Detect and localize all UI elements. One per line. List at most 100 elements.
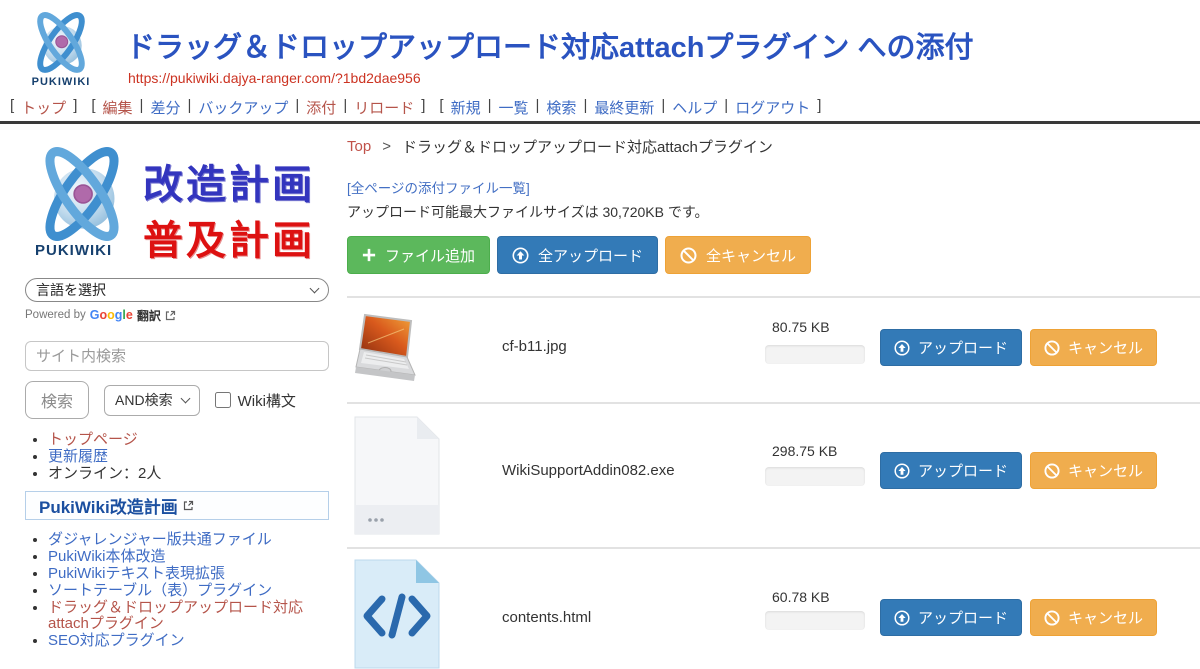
logo-wordmark: PUKIWIKI <box>14 76 108 88</box>
cancel-all-label: 全キャンセル <box>706 245 796 266</box>
circle-arrow-up-icon <box>894 340 910 356</box>
cancel-label: キャンセル <box>1068 607 1143 628</box>
breadcrumb-home[interactable]: Top <box>347 138 371 155</box>
powered-by-google-translate: Powered by Google 翻訳 <box>25 307 329 323</box>
upload-button[interactable]: アップロード <box>880 452 1022 489</box>
sidebar-item-sort-table[interactable]: ソートテーブル（表）プラグイン <box>48 582 272 599</box>
atom-icon <box>18 4 104 78</box>
wiki-syntax-checkbox[interactable] <box>215 392 231 408</box>
google-logo: Google <box>90 308 133 322</box>
google-letter: g <box>115 308 123 322</box>
nav-item-new[interactable]: 新規 <box>451 97 481 118</box>
file-size: 298.75 KB <box>772 443 837 459</box>
nav-item-edit[interactable]: 編集 <box>103 97 133 118</box>
nav-bracket: ] <box>73 97 77 118</box>
list-item: オンライン：2人 <box>48 466 329 482</box>
pending-file-list: cf-b11.jpg 80.75 KB アップロード キャンセル <box>347 296 1200 642</box>
upload-progress-bar <box>765 345 865 364</box>
cancel-label: キャンセル <box>1068 337 1143 358</box>
nav-separator: | <box>343 97 347 118</box>
page-title: ドラッグ＆ドロップアップロード対応attachプラグイン への添付 <box>126 24 973 66</box>
nav-item-attach[interactable]: 添付 <box>306 97 336 118</box>
circle-arrow-up-icon <box>512 247 529 264</box>
nav-bracket: ] <box>421 97 425 118</box>
and-search-value: AND検索 <box>115 390 173 410</box>
file-actions: アップロード キャンセル <box>880 329 1157 366</box>
cancel-button[interactable]: キャンセル <box>1030 329 1157 366</box>
main-content: Top > ドラッグ＆ドロップアップロード対応attachプラグイン [全ページ… <box>347 136 1200 642</box>
breadcrumb-separator: > <box>382 138 391 155</box>
nav-item-recent[interactable]: 最終更新 <box>594 97 654 118</box>
page-url-link[interactable]: https://pukiwiki.dajya-ranger.com/?1bd2d… <box>128 70 421 86</box>
atom-icon <box>21 138 143 250</box>
add-file-button[interactable]: ファイル追加 <box>347 236 490 274</box>
sidebar-item-text-ext[interactable]: PukiWikiテキスト表現拡張 <box>48 565 225 582</box>
nav-group-site: [ 新規 | 一覧 | 検索 | 最終更新 | ヘルプ | ログアウト ] <box>439 97 821 118</box>
circle-arrow-up-icon <box>894 463 910 479</box>
nav-item-help[interactable]: ヘルプ <box>672 97 717 118</box>
search-button[interactable]: 検索 <box>25 381 89 419</box>
language-select[interactable]: 言語を選択 <box>25 278 329 302</box>
upload-button[interactable]: アップロード <box>880 599 1022 636</box>
file-name: contents.html <box>502 609 591 626</box>
nav-separator: | <box>661 97 665 118</box>
file-row: contents.html 60.78 KB アップロード キャンセル <box>347 547 1200 642</box>
nav-separator: | <box>488 97 492 118</box>
section-title: PukiWiki改造計画 <box>39 493 178 518</box>
pukiwiki-logo[interactable]: PUKIWIKI <box>14 4 108 96</box>
cancel-all-button[interactable]: 全キャンセル <box>665 236 811 274</box>
cancel-button[interactable]: キャンセル <box>1030 599 1157 636</box>
file-size: 80.75 KB <box>772 319 830 335</box>
translate-link[interactable]: 翻訳 <box>137 307 161 324</box>
circle-arrow-up-icon <box>894 610 910 626</box>
upload-button[interactable]: アップロード <box>880 329 1022 366</box>
sidebar-banner[interactable]: PUKIWIKI 改造計画 普及計画 <box>25 136 329 266</box>
nav-bracket: ] <box>817 97 821 118</box>
file-row: cf-b11.jpg 80.75 KB アップロード キャンセル <box>347 296 1200 402</box>
upload-label: アップロード <box>918 337 1008 358</box>
nav-group-top: [ トップ ] <box>10 97 77 118</box>
sidebar-item-common-files[interactable]: ダジャレンジャー版共通ファイル <box>48 531 272 548</box>
sidebar-item-dnd-attach[interactable]: ドラッグ＆ドロップアップロード対応attachプラグイン <box>48 599 303 632</box>
top-navigation: [ トップ ] [ 編集 | 差分 | バックアップ | 添付 | リロード ]… <box>10 97 829 118</box>
nav-bracket: [ <box>10 97 14 118</box>
and-search-select[interactable]: AND検索 <box>104 385 200 416</box>
file-size: 60.78 KB <box>772 589 830 605</box>
wiki-syntax-option: Wiki構文 <box>215 390 296 411</box>
nav-separator: | <box>724 97 728 118</box>
language-select-value: 言語を選択 <box>36 280 106 300</box>
nav-item-backup[interactable]: バックアップ <box>198 97 288 118</box>
cancel-button[interactable]: キャンセル <box>1030 452 1157 489</box>
nav-separator: | <box>140 97 144 118</box>
external-link-icon <box>183 500 194 511</box>
nav-item-search[interactable]: 検索 <box>546 97 576 118</box>
nav-item-logout[interactable]: ログアウト <box>735 97 810 118</box>
sidebar-section-pukiwiki-kaizou[interactable]: PukiWiki改造計画 <box>25 491 329 520</box>
site-search-input[interactable] <box>25 341 329 371</box>
sidebar-item-top-page[interactable]: トップページ <box>48 431 138 448</box>
file-name: cf-b11.jpg <box>502 338 567 355</box>
sidebar-item-core-mod[interactable]: PukiWiki本体改造 <box>48 548 166 565</box>
upload-toolbar: ファイル追加 全アップロード 全キャンセル <box>347 236 1200 274</box>
all-pages-attach-list-link[interactable]: [全ページの添付ファイル一覧] <box>347 177 530 197</box>
ban-circle-icon <box>1044 340 1060 356</box>
nav-item-top[interactable]: トップ <box>21 97 66 118</box>
ban-circle-icon <box>1044 610 1060 626</box>
breadcrumb-current: ドラッグ＆ドロップアップロード対応attachプラグイン <box>402 136 773 157</box>
search-controls: 検索 AND検索 Wiki構文 <box>25 382 329 418</box>
nav-bracket: [ <box>439 97 443 118</box>
list-item: ドラッグ＆ドロップアップロード対応attachプラグイン <box>48 600 329 632</box>
nav-item-reload[interactable]: リロード <box>354 97 414 118</box>
list-item: PukiWiki本体改造 <box>48 549 329 565</box>
online-count-text: オンライン：2人 <box>48 465 161 482</box>
sidebar-item-history[interactable]: 更新履歴 <box>48 448 108 465</box>
list-item: 更新履歴 <box>48 449 329 465</box>
sidebar-item-seo[interactable]: SEO対応プラグイン <box>48 632 185 649</box>
list-item: PukiWikiテキスト表現拡張 <box>48 566 329 582</box>
nav-separator: | <box>295 97 299 118</box>
upload-all-button[interactable]: 全アップロード <box>497 236 658 274</box>
list-item: トップページ <box>48 432 329 448</box>
nav-item-list[interactable]: 一覧 <box>499 97 529 118</box>
laptop-photo-thumbnail <box>354 311 418 391</box>
nav-item-diff[interactable]: 差分 <box>150 97 180 118</box>
